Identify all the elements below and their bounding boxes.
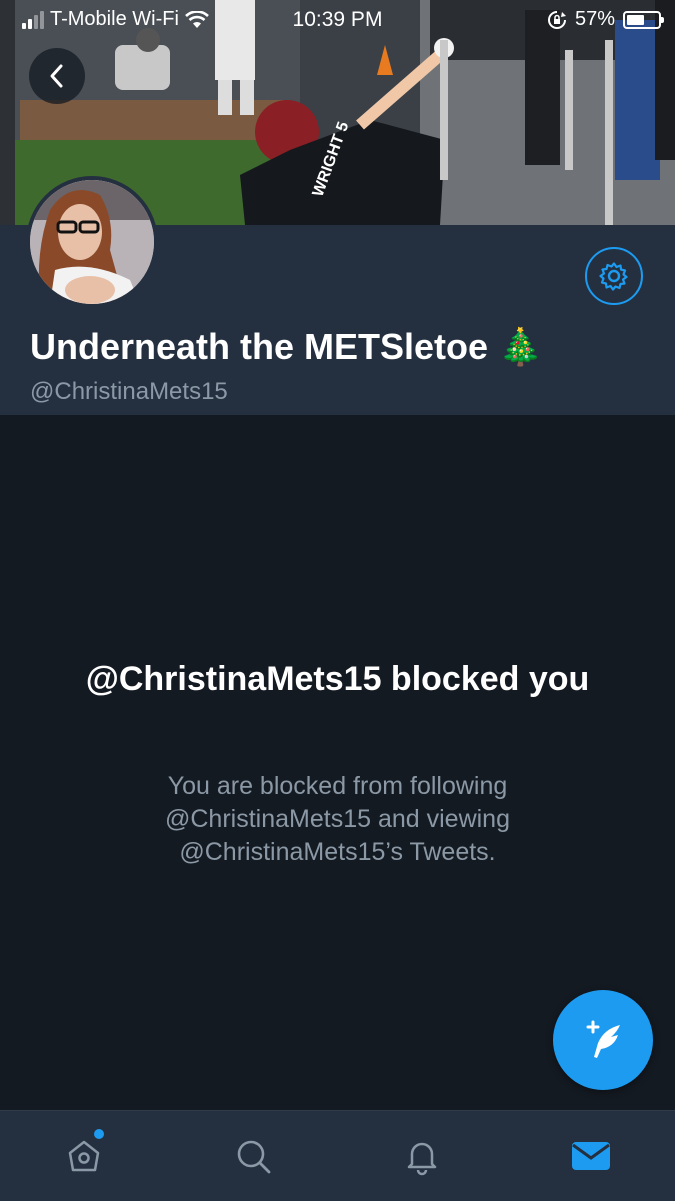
avatar-photo [30, 180, 154, 304]
tab-messages[interactable] [506, 1111, 675, 1201]
back-button[interactable] [29, 48, 85, 104]
battery-group: 57% [547, 8, 664, 31]
status-bar: T-Mobile Wi-Fi 10:39 PM 57% [0, 0, 675, 40]
battery-percent: 57% [574, 8, 615, 30]
orientation-lock-icon [548, 10, 566, 29]
gear-icon [599, 262, 628, 291]
mail-icon [571, 1142, 610, 1170]
tab-home[interactable] [0, 1111, 169, 1201]
home-icon [69, 1140, 100, 1172]
profile-handle: @ChristinaMets15 [30, 378, 228, 405]
bottom-tab-bar [0, 1110, 675, 1201]
search-icon [237, 1140, 271, 1174]
compose-tweet-icon [586, 1020, 620, 1058]
avatar[interactable] [26, 176, 158, 308]
bell-icon [407, 1142, 437, 1176]
chevron-left-icon [50, 64, 63, 88]
blocked-description: You are blocked from following @Christin… [165, 772, 510, 866]
battery-icon [623, 10, 664, 29]
tab-search[interactable] [169, 1111, 338, 1201]
settings-button[interactable] [585, 247, 643, 305]
profile-display-name: Underneath the METSletoe 🎄 [30, 326, 543, 367]
home-notification-dot [94, 1129, 104, 1139]
tab-notifications[interactable] [338, 1111, 507, 1201]
blocked-title: @ChristinaMets15 blocked you [85, 660, 590, 698]
compose-tweet-button[interactable] [553, 990, 653, 1090]
